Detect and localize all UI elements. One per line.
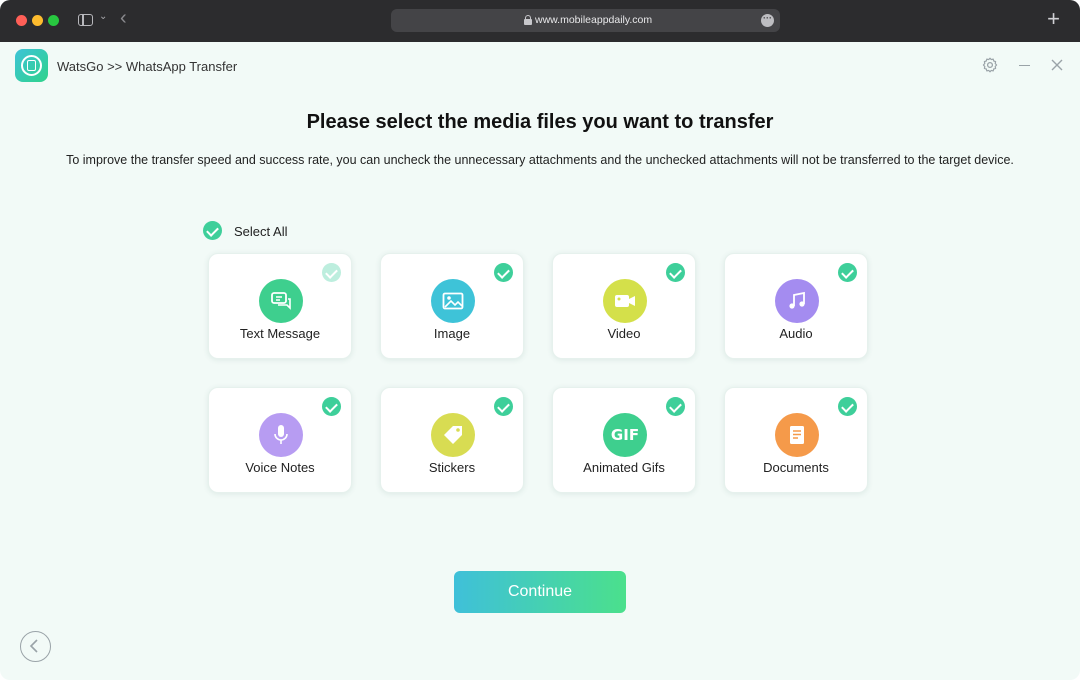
browser-back-button[interactable]: ‹ bbox=[120, 8, 127, 28]
checkmark-icon bbox=[203, 221, 222, 240]
close-icon[interactable] bbox=[1050, 58, 1064, 72]
browser-toolbar: ⌄ ‹ www.mobileappdaily.com ··· + bbox=[0, 0, 1080, 42]
checkmark-icon[interactable] bbox=[838, 397, 857, 416]
media-card-label: Animated Gifs bbox=[583, 460, 665, 475]
tag-icon bbox=[431, 413, 475, 457]
new-tab-button[interactable]: + bbox=[1047, 8, 1060, 30]
close-window-button[interactable] bbox=[16, 15, 27, 26]
chevron-left-icon bbox=[29, 639, 38, 653]
gear-icon[interactable] bbox=[982, 57, 998, 73]
minimize-icon[interactable] bbox=[1019, 65, 1030, 67]
chevron-down-icon[interactable]: ⌄ bbox=[99, 11, 107, 22]
checkmark-icon[interactable] bbox=[494, 397, 513, 416]
sidebar-toggle-icon[interactable] bbox=[78, 14, 93, 26]
checkmark-icon[interactable] bbox=[666, 263, 685, 282]
media-card-label: Image bbox=[433, 326, 471, 341]
app-title: WatsGo >> WhatsApp Transfer bbox=[57, 59, 238, 74]
media-card-label: Stickers bbox=[428, 460, 476, 475]
minimize-window-button[interactable] bbox=[32, 15, 43, 26]
page-description: To improve the transfer speed and succes… bbox=[66, 153, 1014, 167]
more-options-icon[interactable]: ··· bbox=[761, 14, 774, 27]
music-note-icon bbox=[775, 279, 819, 323]
gif-icon: GIF bbox=[603, 413, 647, 457]
media-card-documents[interactable]: Documents bbox=[724, 387, 868, 493]
media-card-voice-notes[interactable]: Voice Notes bbox=[208, 387, 352, 493]
continue-button[interactable]: Continue bbox=[454, 571, 626, 613]
checkmark-icon[interactable] bbox=[494, 263, 513, 282]
page-title: Please select the media files you want t… bbox=[306, 111, 774, 133]
app-header: WatsGo >> WhatsApp Transfer bbox=[0, 42, 1080, 92]
media-card-label: Text Message bbox=[239, 326, 321, 341]
checkmark-icon[interactable] bbox=[666, 397, 685, 416]
app-logo bbox=[15, 49, 48, 82]
media-card-stickers[interactable]: Stickers bbox=[380, 387, 524, 493]
address-bar[interactable]: www.mobileappdaily.com ··· bbox=[391, 9, 780, 32]
url-text: www.mobileappdaily.com bbox=[535, 14, 653, 26]
media-card-image[interactable]: Image bbox=[380, 253, 524, 359]
lock-icon bbox=[524, 15, 532, 25]
media-card-audio[interactable]: Audio bbox=[724, 253, 868, 359]
checkmark-icon[interactable] bbox=[322, 397, 341, 416]
microphone-icon bbox=[259, 413, 303, 457]
media-card-label: Documents bbox=[763, 460, 829, 475]
video-camera-icon bbox=[603, 279, 647, 323]
document-icon bbox=[775, 413, 819, 457]
select-all-label: Select All bbox=[234, 224, 288, 239]
media-card-label: Voice Notes bbox=[245, 460, 315, 475]
checkmark-icon[interactable] bbox=[322, 263, 341, 282]
app-window: ⌄ ‹ www.mobileappdaily.com ··· + WatsGo … bbox=[0, 0, 1080, 680]
media-card-text-message[interactable]: Text Message bbox=[208, 253, 352, 359]
chat-bubbles-icon bbox=[259, 279, 303, 323]
media-card-animated-gifs[interactable]: GIF Animated Gifs bbox=[552, 387, 696, 493]
media-card-label: Audio bbox=[779, 326, 813, 341]
checkmark-icon[interactable] bbox=[838, 263, 857, 282]
zoom-window-button[interactable] bbox=[48, 15, 59, 26]
picture-icon bbox=[431, 279, 475, 323]
media-card-video[interactable]: Video bbox=[552, 253, 696, 359]
media-card-label: Video bbox=[607, 326, 641, 341]
back-button[interactable] bbox=[20, 631, 51, 662]
